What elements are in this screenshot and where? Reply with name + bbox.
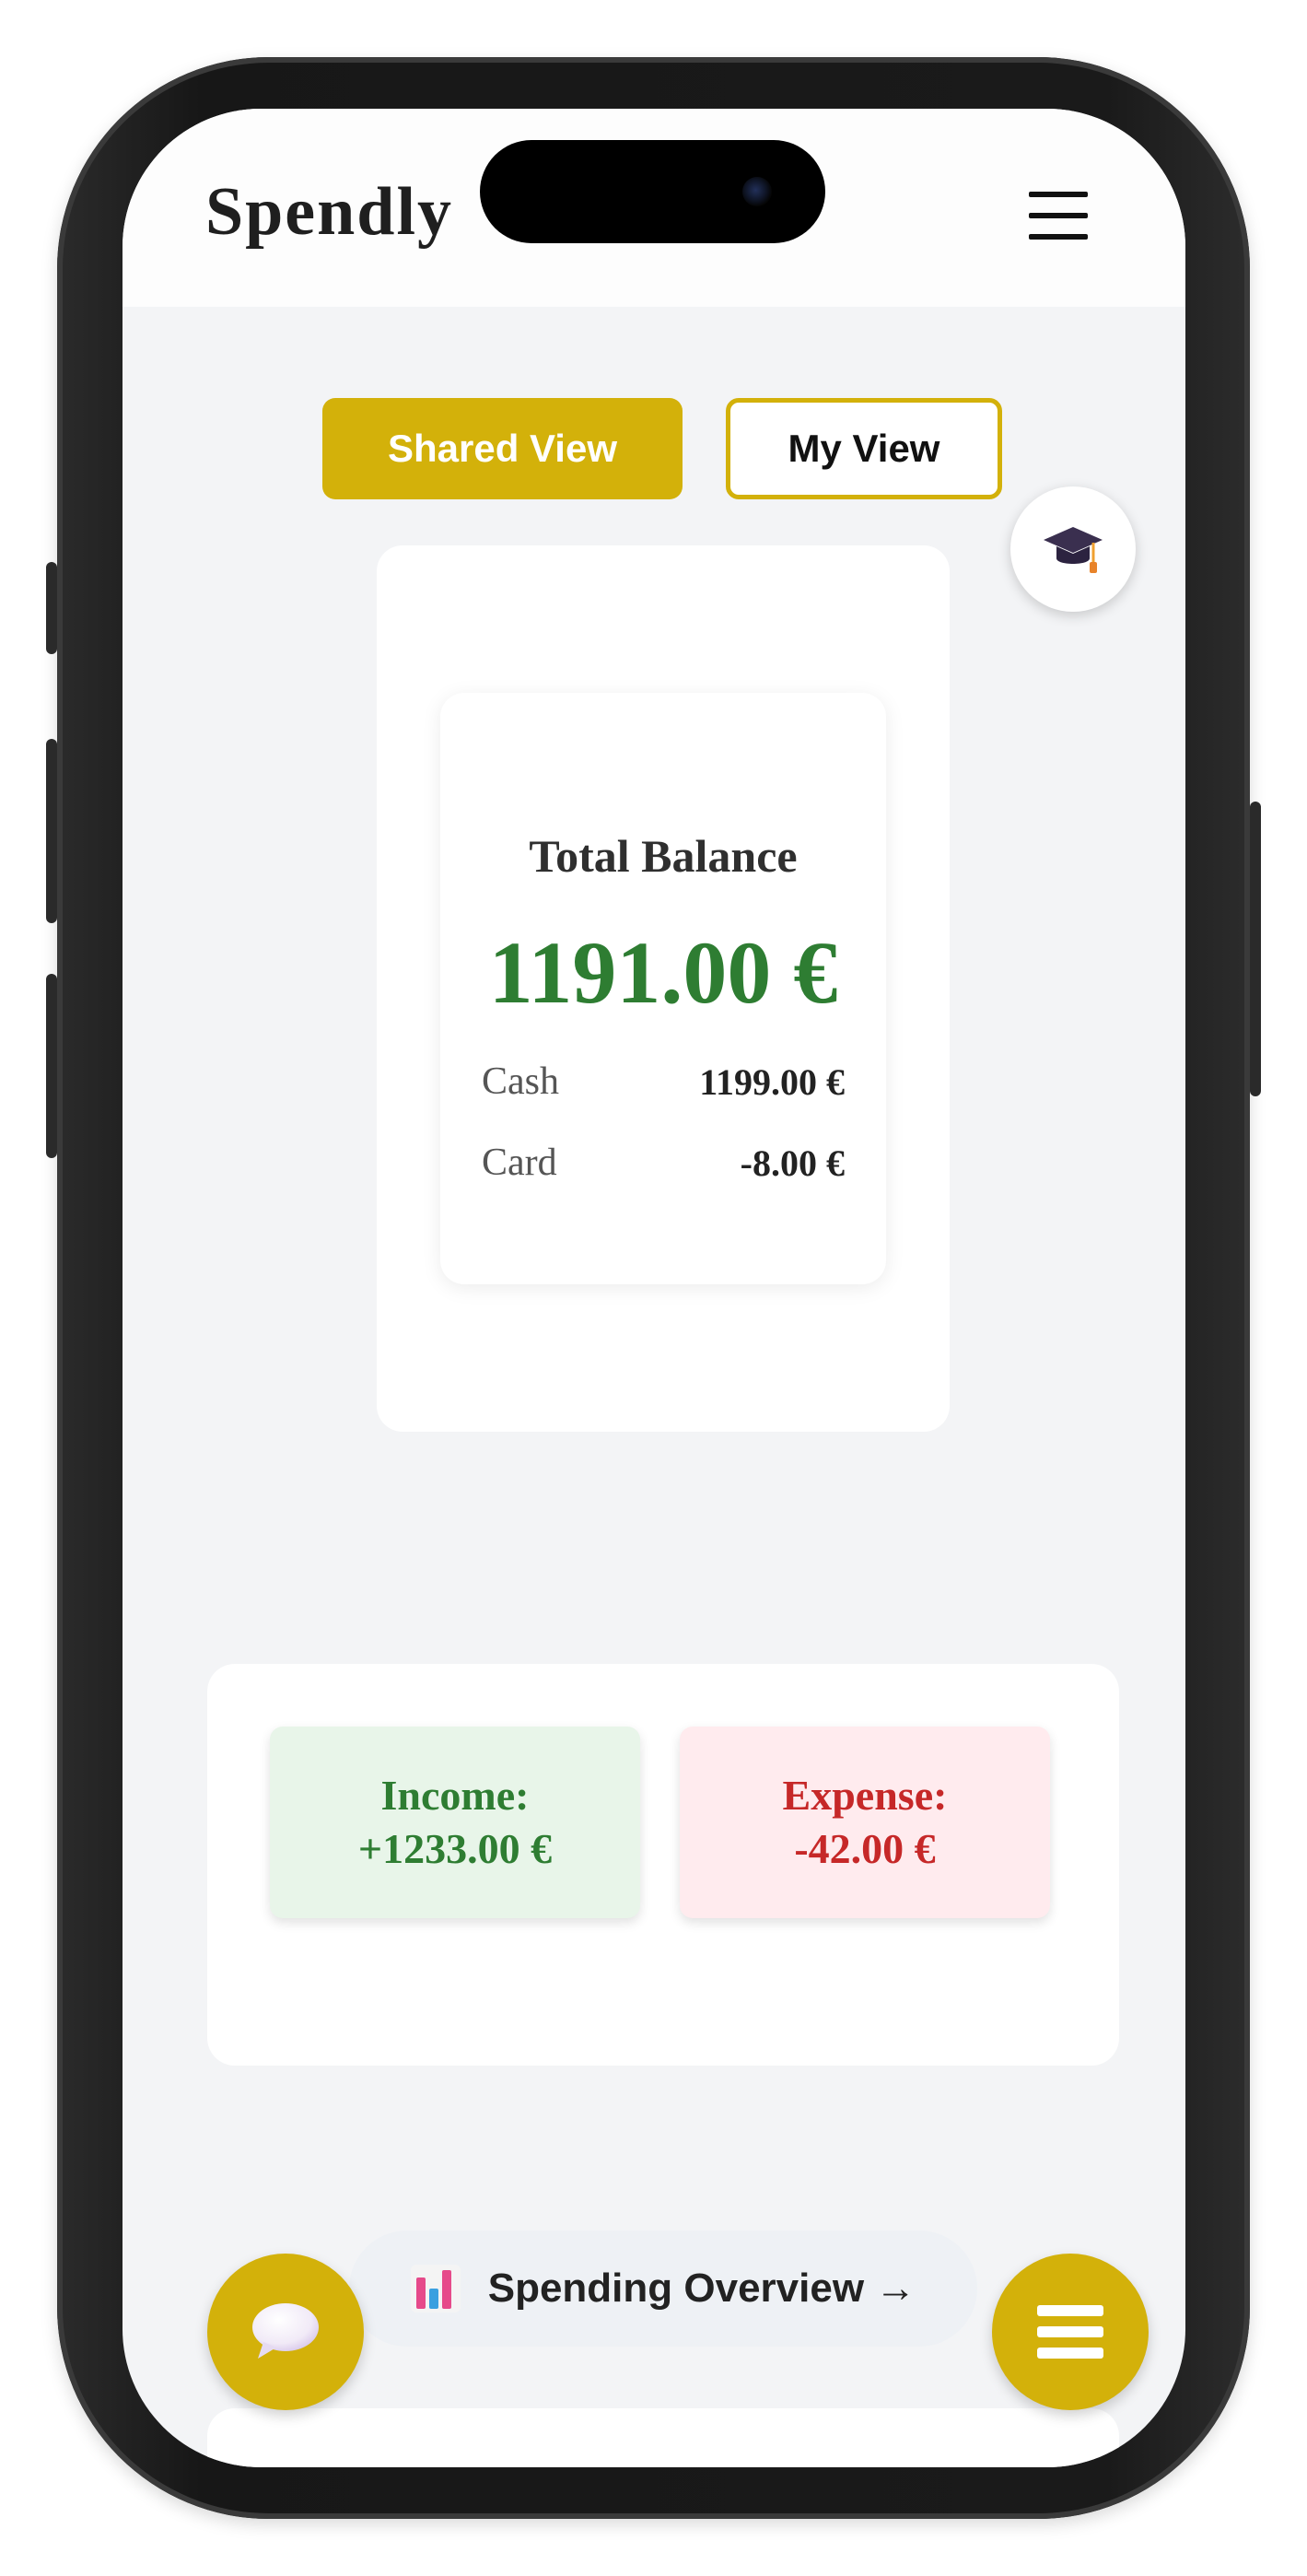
camera-lens-icon bbox=[742, 177, 772, 206]
speech-bubble-icon bbox=[252, 2303, 319, 2359]
power-button bbox=[1250, 802, 1261, 1096]
learn-button[interactable] bbox=[1010, 486, 1136, 612]
expense-value: -42.00 € bbox=[794, 1825, 936, 1872]
graduation-cap-icon bbox=[1044, 527, 1103, 573]
shared-view-button[interactable]: Shared View bbox=[322, 398, 683, 499]
app-screen: Spendly Shared View My View Total Balanc… bbox=[123, 109, 1185, 2467]
brand-logo[interactable]: Spendly bbox=[205, 173, 453, 252]
balance-row-value: 1199.00 € bbox=[699, 1060, 845, 1103]
expense-label: Expense: bbox=[782, 1772, 948, 1819]
menu-fab-button[interactable] bbox=[992, 2254, 1149, 2410]
balance-row-cash: Cash 1199.00 € bbox=[482, 1056, 845, 1107]
hamburger-icon[interactable] bbox=[1025, 182, 1091, 249]
balance-row-label: Card bbox=[482, 1142, 557, 1184]
spending-overview-link[interactable]: Spending Overview → bbox=[349, 2231, 977, 2347]
balance-row-card: Card -8.00 € bbox=[482, 1137, 845, 1188]
income-summary[interactable]: Income: +1233.00 € bbox=[270, 1727, 640, 1918]
balance-total: 1191.00 € bbox=[488, 923, 838, 1022]
dynamic-island bbox=[480, 140, 825, 243]
income-label: Income: bbox=[380, 1772, 530, 1819]
action-button bbox=[46, 562, 57, 654]
balance-title: Total Balance bbox=[529, 830, 798, 882]
my-view-button[interactable]: My View bbox=[726, 398, 1002, 499]
balance-row-label: Cash bbox=[482, 1060, 559, 1103]
volume-down-button bbox=[46, 974, 57, 1158]
bar-chart-icon bbox=[410, 2265, 461, 2313]
next-section-card bbox=[207, 2408, 1119, 2467]
spending-overview-label: Spending Overview → bbox=[487, 2266, 916, 2311]
balance-card: Total Balance 1191.00 € Cash 1199.00 € C… bbox=[440, 693, 886, 1284]
income-value: +1233.00 € bbox=[357, 1825, 553, 1872]
hamburger-icon bbox=[1037, 2295, 1103, 2369]
volume-up-button bbox=[46, 739, 57, 923]
expense-summary[interactable]: Expense: -42.00 € bbox=[680, 1727, 1050, 1918]
balance-row-value: -8.00 € bbox=[740, 1142, 845, 1184]
chat-button[interactable] bbox=[207, 2254, 364, 2410]
